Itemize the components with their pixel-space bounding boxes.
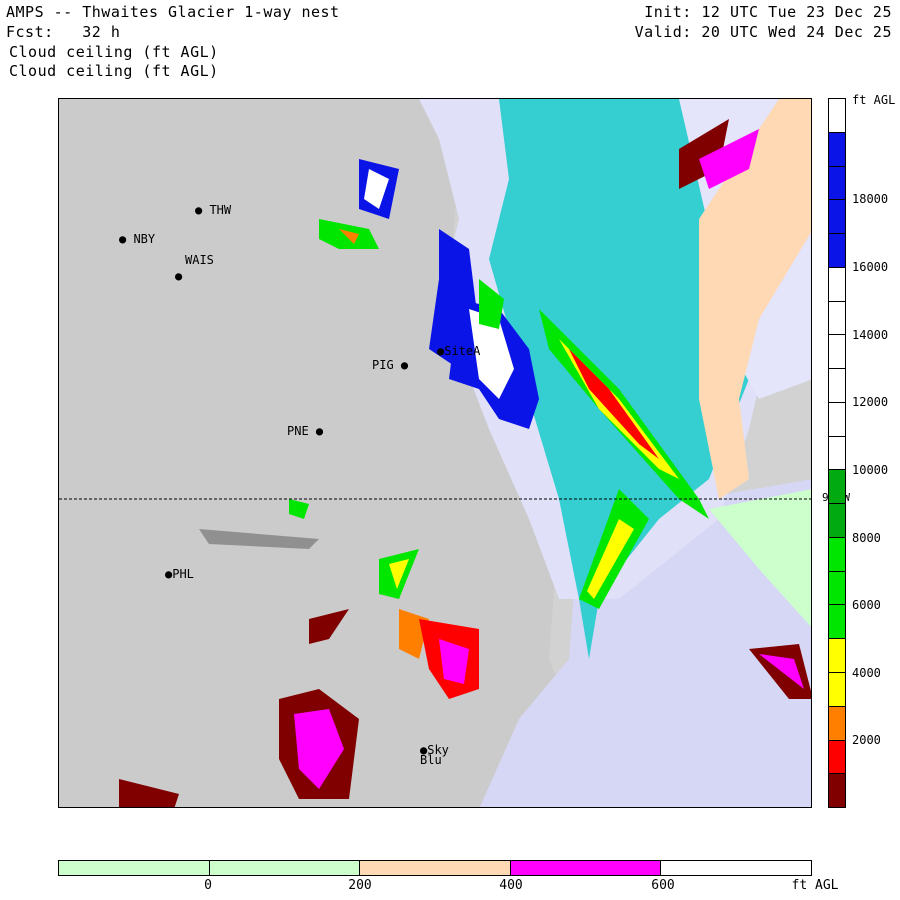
horizontal-colorbar [58, 860, 812, 876]
field-name-2: Cloud ceiling (ft AGL) [9, 62, 219, 80]
colorbar-segment [829, 335, 845, 370]
station-label: THW [209, 203, 232, 217]
colorbar-segment [829, 537, 845, 572]
map-title: AMPS -- Thwaites Glacier 1-way nest [6, 3, 340, 21]
colorbar-segment [829, 740, 845, 775]
hbar-label: 600 [651, 878, 675, 893]
init-time: Init: 12 UTC Tue 23 Dec 25 [644, 3, 892, 21]
colorbar-segment [829, 369, 845, 403]
colorbar-segment [661, 861, 811, 875]
colorbar-segment [829, 301, 845, 336]
station-pne: PNE ● [287, 424, 324, 438]
map-canvas [59, 99, 811, 807]
colorbar-segment [829, 166, 845, 201]
field-name: Cloud ceiling (ft AGL) [9, 43, 219, 61]
colorbar-segment [829, 571, 845, 606]
colorbar-label: 2000 [852, 733, 881, 748]
hbar-label: 0 [204, 878, 212, 893]
colorbar-label: 12000 [852, 395, 889, 410]
station-wais: WAIS ● [175, 253, 214, 283]
hbar-label: 400 [499, 878, 523, 893]
station-label: NBY [133, 232, 156, 246]
station-label: WAIS [185, 253, 214, 267]
station-label: PHL [172, 567, 194, 581]
colorbar-segment [360, 861, 511, 875]
colorbar-segment [829, 234, 845, 268]
colorbar-segment [829, 605, 845, 640]
colorbar-segment [829, 706, 845, 741]
colorbar-segment [829, 673, 845, 707]
colorbar-segment [829, 774, 845, 808]
colorbar-label: 14000 [852, 327, 889, 342]
vertical-colorbar [828, 98, 846, 808]
colorbar-label: 4000 [852, 665, 881, 680]
colorbar-segment [829, 402, 845, 437]
station-label: Sky Blu [420, 743, 449, 767]
colorbar-segment [829, 504, 845, 538]
colorbar-segment [829, 639, 845, 674]
colorbar-segment [829, 470, 845, 505]
colorbar-label: 16000 [852, 260, 889, 275]
colorbar-label: 10000 [852, 462, 889, 477]
station-label: PIG [372, 358, 394, 372]
colorbar-label: 6000 [852, 598, 881, 613]
station-label: PNE [287, 424, 309, 438]
station-thw: ● THW [195, 203, 232, 217]
hbar-unit: ft AGL [791, 878, 839, 893]
colorbar-segment [829, 436, 845, 471]
colorbar-label: 18000 [852, 192, 889, 207]
colorbar-segment [209, 861, 361, 875]
colorbar-segment [510, 861, 662, 875]
colorbar-segment [829, 267, 845, 302]
station-phl: ●PHL [165, 567, 194, 581]
hbar-label: 200 [348, 878, 372, 893]
colorbar-unit: ft AGL [852, 93, 896, 107]
colorbar-segment [829, 99, 845, 133]
station-sitea: ●SiteA [437, 344, 481, 358]
colorbar-label: 8000 [852, 530, 881, 545]
forecast-hour: Fcst: 32 h [6, 23, 121, 41]
cloud-ceiling-map: ● THW ● NBY WAIS ● ●SiteA PIG ● PNE ● ●PH… [58, 98, 812, 808]
colorbar-segment [59, 861, 210, 875]
station-pig: PIG ● [372, 358, 409, 372]
colorbar-segment [829, 132, 845, 167]
valid-time: Valid: 20 UTC Wed 24 Dec 25 [634, 23, 892, 41]
colorbar-segment [829, 200, 845, 235]
station-label: SiteA [444, 344, 481, 358]
station-nby: ● NBY [119, 232, 156, 246]
station-sky-blu: ●Sky Blu [420, 743, 449, 767]
